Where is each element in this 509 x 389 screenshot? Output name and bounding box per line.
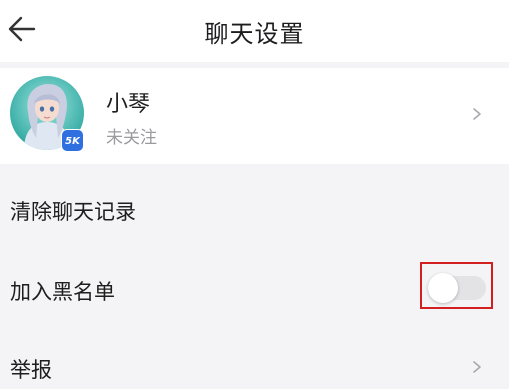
blacklist-toggle[interactable] (428, 273, 486, 303)
username: 小琴 (106, 92, 151, 117)
user-profile-row[interactable]: 5K 小琴 未关注 (0, 68, 509, 164)
report-label: 举报 (10, 358, 52, 382)
clear-chat-history-label: 清除聊天记录 (10, 200, 136, 224)
header-bar: 聊天设置 (0, 0, 509, 62)
blacklist-label: 加入黑名单 (10, 280, 115, 304)
chevron-right-icon (473, 108, 481, 120)
page-title: 聊天设置 (204, 20, 305, 48)
toggle-knob (428, 273, 458, 303)
follow-status: 未关注 (106, 128, 157, 148)
report-row[interactable]: 举报 (0, 330, 509, 389)
clear-chat-history-row[interactable]: 清除聊天记录 (0, 168, 509, 248)
badge-icon: 5K (61, 129, 84, 152)
chevron-right-icon (473, 361, 481, 373)
